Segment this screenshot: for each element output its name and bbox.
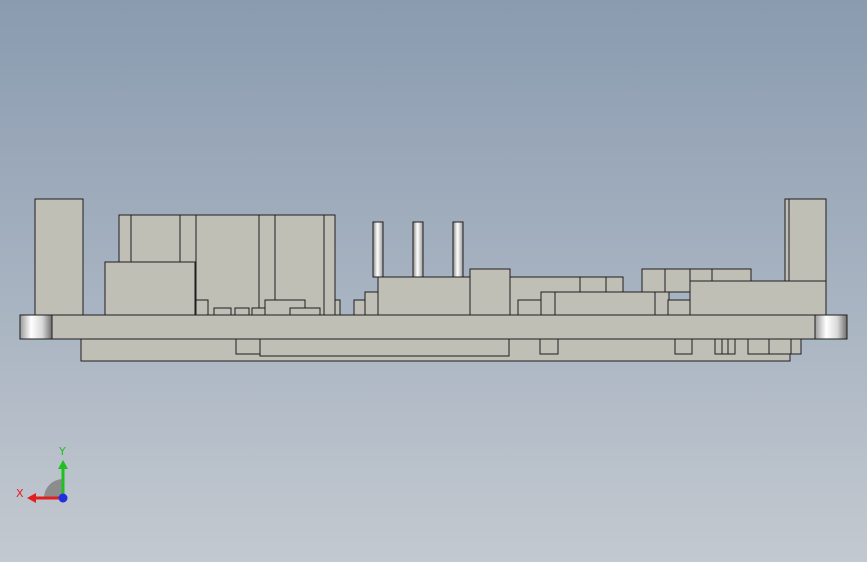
header-side — [364, 291, 380, 316]
block-d — [540, 291, 656, 316]
pcb-board — [49, 314, 819, 340]
left-post — [34, 198, 84, 316]
header-pin-1 — [372, 221, 384, 278]
block-f — [667, 299, 693, 316]
x-axis-label: X — [16, 487, 24, 500]
capacitor-block — [104, 261, 196, 316]
small-part-8 — [353, 299, 367, 316]
block-a — [469, 268, 511, 316]
x-axis-arrowhead — [27, 493, 36, 503]
small-part-2 — [213, 307, 232, 316]
relay-body — [689, 280, 827, 316]
bottom-chip-5 — [768, 338, 792, 355]
small-part-6 — [289, 307, 321, 316]
header-pin-3 — [452, 221, 464, 278]
right-post — [784, 198, 827, 282]
small-part-1 — [195, 299, 209, 316]
block-e — [654, 291, 670, 316]
bottom-chip-1 — [539, 338, 559, 355]
left-standoff — [19, 314, 53, 340]
small-part-3 — [234, 307, 250, 316]
top-components — [34, 198, 827, 316]
y-axis-arrowhead — [58, 460, 68, 469]
z-axis-dot — [58, 493, 68, 503]
model-view[interactable] — [0, 0, 867, 562]
y-axis-label: Y — [58, 445, 66, 458]
small-part-7 — [334, 299, 341, 316]
right-standoff — [814, 314, 848, 340]
coordinate-triad: X Y — [16, 445, 68, 503]
header-pin-2 — [412, 221, 424, 278]
block-c — [517, 299, 543, 316]
cad-viewport[interactable]: X Y — [0, 0, 867, 562]
bottom-connector-lip — [259, 338, 510, 357]
bottom-components — [80, 338, 802, 362]
bottom-chip-2 — [674, 338, 693, 355]
bottom-chip-3b — [721, 338, 729, 355]
